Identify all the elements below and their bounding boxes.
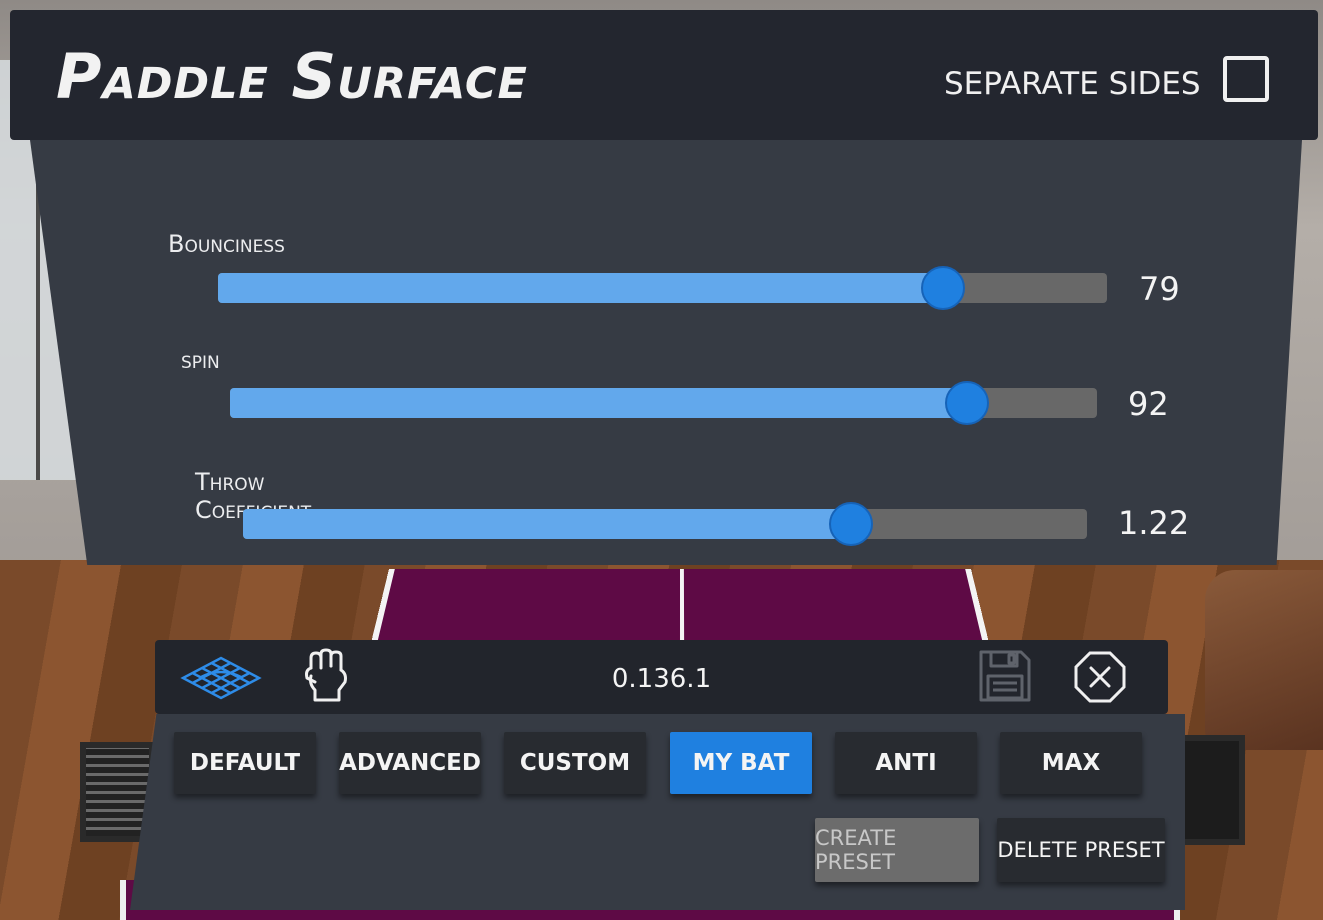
background-sofa: [1205, 570, 1323, 750]
spin-slider-thumb[interactable]: [945, 381, 989, 425]
throw-coefficient-slider-fill: [243, 509, 851, 539]
spin-slider[interactable]: [230, 388, 1097, 418]
preset-advanced-button[interactable]: ADVANCED: [339, 732, 481, 794]
delete-preset-button[interactable]: DELETE PRESET: [997, 818, 1165, 882]
create-preset-button[interactable]: CREATE PRESET: [815, 818, 979, 882]
throw-coefficient-value: 1.22: [1118, 504, 1189, 542]
separate-sides-checkbox[interactable]: [1223, 56, 1269, 102]
preset-anti-button[interactable]: ANTI: [835, 732, 977, 794]
bounciness-slider-thumb[interactable]: [921, 266, 965, 310]
save-icon[interactable]: [977, 648, 1033, 708]
preset-default-button[interactable]: DEFAULT: [174, 732, 316, 794]
preset-custom-button[interactable]: CUSTOM: [504, 732, 646, 794]
spin-label: spin: [181, 346, 220, 374]
paddle-surface-header: Paddle Surface SEPARATE SIDES: [10, 10, 1318, 140]
background-table: [370, 569, 989, 645]
toolbar: 0.136.1: [155, 640, 1168, 714]
bounciness-slider[interactable]: [218, 273, 1107, 303]
spin-value: 92: [1128, 385, 1169, 423]
separate-sides-label: SEPARATE SIDES: [944, 66, 1201, 102]
throw-coefficient-slider-thumb[interactable]: [829, 502, 873, 546]
preset-max-button[interactable]: MAX: [1000, 732, 1142, 794]
page-title: Paddle Surface: [56, 40, 528, 113]
preset-panel: DEFAULT ADVANCED CUSTOM MY BAT ANTI MAX …: [130, 714, 1185, 910]
throw-coefficient-slider[interactable]: [243, 509, 1087, 539]
bounciness-slider-fill: [218, 273, 943, 303]
bounciness-label: Bounciness: [168, 230, 285, 258]
bounciness-value: 79: [1139, 270, 1180, 308]
close-icon[interactable]: [1073, 650, 1127, 708]
preset-my-bat-button[interactable]: MY BAT: [670, 732, 812, 794]
spin-slider-fill: [230, 388, 967, 418]
